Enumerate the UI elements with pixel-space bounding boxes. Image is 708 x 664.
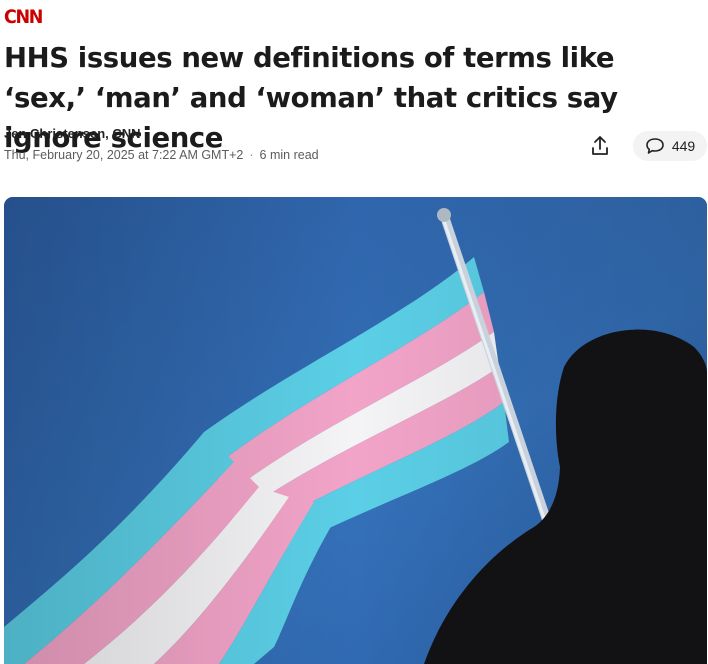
hero-image[interactable] [4,197,707,664]
comments-button[interactable]: 449 [633,131,707,161]
article-author[interactable]: Jen Christensen, CNN [4,126,141,141]
transgender-flag-photo [4,197,707,664]
publish-date: Thu, February 20, 2025 at 7:22 AM GMT+2 [4,148,244,162]
share-icon [592,136,608,155]
cnn-logo[interactable]: CNN [4,6,43,28]
read-time: 6 min read [259,148,319,162]
meta-separator: · [249,148,254,162]
comment-bubble-icon [646,138,664,154]
comment-count: 449 [671,138,696,154]
share-button[interactable] [584,132,616,160]
article-meta: Thu, February 20, 2025 at 7:22 AM GMT+2 ·… [4,148,319,162]
